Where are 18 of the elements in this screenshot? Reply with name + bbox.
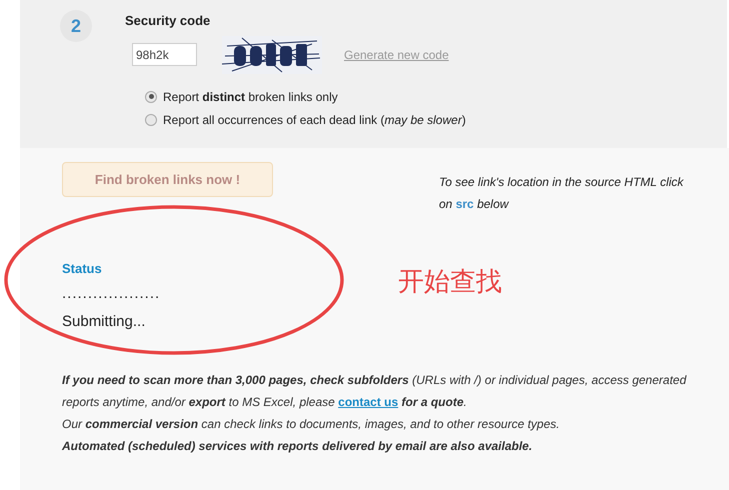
note-text: Automated (scheduled) services with reports delivered by email are also available.: [62, 438, 534, 454]
note-text: If you need to scan more than 3,000 pages, check subfolders (URLs with /) or individual pages, access generated reports anytime, and/or export to MS Excel, please contact us for a quote.: [62, 372, 688, 410]
radio-button[interactable]: [145, 90, 157, 102]
radio-button[interactable]: [145, 114, 157, 126]
progress-dots: ...................: [62, 284, 162, 304]
hint-text: To see link's location in the source HTML click on src below: [439, 174, 685, 213]
note-text: Our commercial version can check links to documents, images, and to other resource types.: [62, 416, 561, 432]
src-link[interactable]: src: [456, 197, 474, 211]
generate-code-link[interactable]: Generate new code: [344, 46, 449, 64]
annotation-text: 开始查找: [398, 266, 502, 299]
status-message: Submitting...: [62, 312, 146, 332]
option-label: Report all occurrences of each dead link (may be slower): [163, 112, 466, 128]
option-label: Report distinct broken links only: [163, 88, 338, 106]
section-title: Security code: [125, 12, 212, 30]
step-number: 2: [60, 10, 92, 42]
code-field[interactable]: 98h2k: [132, 43, 197, 66]
contact-link[interactable]: contact us: [338, 394, 398, 408]
status-title: Status: [62, 260, 103, 278]
